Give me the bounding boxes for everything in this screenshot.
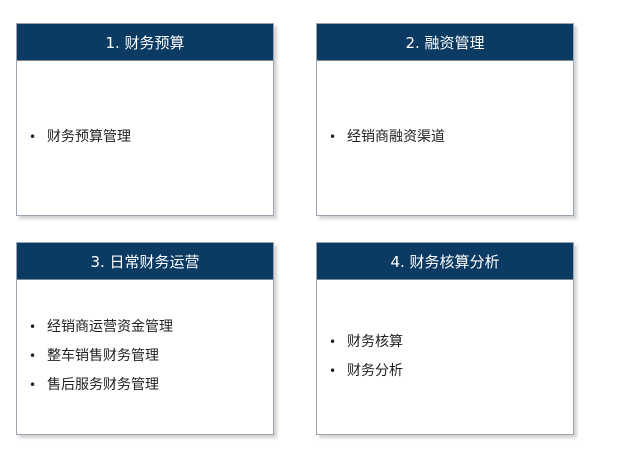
- card-body: • 经销商融资渠道: [317, 60, 573, 215]
- card-financing-management: 2. 融资管理 • 经销商融资渠道: [316, 23, 574, 216]
- list-item-label: 经销商融资渠道: [347, 129, 445, 145]
- bullet-icon: •: [329, 130, 337, 144]
- list-item: • 经销商运营资金管理: [29, 313, 273, 342]
- card-accounting-analysis: 4. 财务核算分析 • 财务核算 • 财务分析: [316, 242, 574, 435]
- card-body: • 经销商运营资金管理 • 整车销售财务管理 • 售后服务财务管理: [17, 279, 273, 434]
- card-financial-budget: 1. 财务预算 • 财务预算管理: [16, 23, 274, 216]
- card-title: 3. 日常财务运营: [17, 243, 273, 280]
- card-title: 1. 财务预算: [17, 24, 273, 61]
- card-title: 2. 融资管理: [317, 24, 573, 61]
- list-item: • 财务预算管理: [29, 123, 273, 152]
- list-item: • 整车销售财务管理: [29, 342, 273, 371]
- list-item: • 经销商融资渠道: [329, 123, 573, 152]
- bullet-icon: •: [29, 130, 37, 144]
- bullet-icon: •: [29, 378, 37, 392]
- list-item-label: 财务核算: [347, 333, 403, 350]
- bullet-icon: •: [329, 334, 337, 349]
- list-item: • 售后服务财务管理: [29, 371, 273, 400]
- list-item-label: 经销商运营资金管理: [47, 319, 173, 335]
- card-title: 4. 财务核算分析: [317, 243, 573, 280]
- list-item: • 财务分析: [329, 357, 573, 386]
- card-body: • 财务核算 • 财务分析: [317, 279, 573, 434]
- bullet-icon: •: [29, 320, 37, 334]
- list-item-label: 整车销售财务管理: [47, 348, 159, 364]
- card-body: • 财务预算管理: [17, 60, 273, 215]
- list-item: • 财务核算: [329, 328, 573, 357]
- list-item-label: 售后服务财务管理: [47, 377, 159, 393]
- bullet-icon: •: [329, 363, 337, 378]
- bullet-icon: •: [29, 349, 37, 363]
- list-item-label: 财务预算管理: [47, 129, 131, 145]
- card-daily-operations: 3. 日常财务运营 • 经销商运营资金管理 • 整车销售财务管理 • 售后服务财…: [16, 242, 274, 435]
- list-item-label: 财务分析: [347, 362, 403, 379]
